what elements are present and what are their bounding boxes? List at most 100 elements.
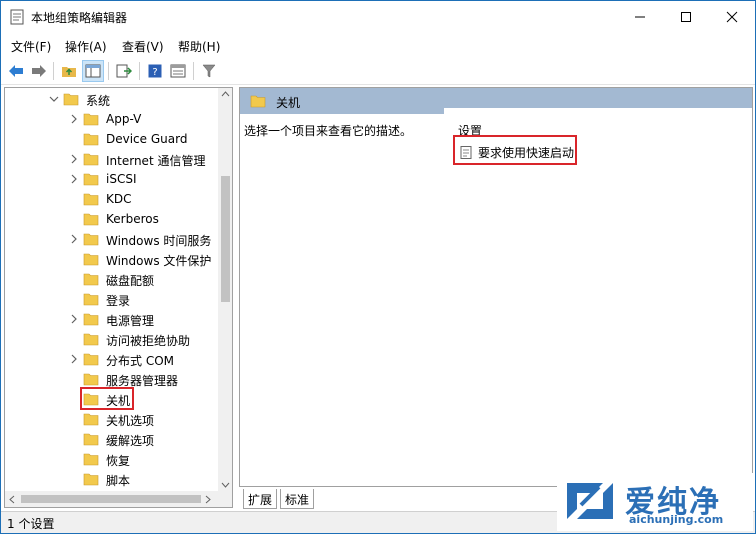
tree-item-label: 登录 (106, 294, 131, 308)
chevron-right-icon[interactable] (69, 152, 79, 166)
scroll-up-icon[interactable] (221, 91, 230, 97)
tree-item-label: Device Guard (106, 132, 188, 146)
forward-icon (32, 65, 46, 77)
folder-icon (83, 193, 99, 206)
tree-vertical-scrollbar[interactable] (218, 88, 232, 492)
svg-text:?: ? (152, 67, 157, 78)
tree-horizontal-scroll-thumb[interactable] (21, 495, 201, 503)
tab-extended[interactable]: 扩展 (243, 489, 278, 509)
back-icon (9, 65, 23, 77)
back-button[interactable] (5, 60, 27, 82)
watermark-icon (567, 483, 613, 519)
chevron-right-icon[interactable] (69, 312, 79, 326)
forward-button[interactable] (28, 60, 50, 82)
tree-pane[interactable]: 系统 App-V Device Guard Internet 通信管理 iSCSI KDC… (4, 87, 233, 493)
scroll-down-icon[interactable] (221, 482, 230, 488)
folder-icon (83, 113, 99, 126)
tab-standard[interactable]: 标准 (280, 489, 315, 509)
scroll-left-icon[interactable] (9, 495, 15, 504)
folder-icon (83, 313, 99, 326)
tree-item-label: 关机选项 (106, 414, 155, 428)
menu-action[interactable]: 操作(A) (65, 38, 107, 55)
description-text: 选择一个项目来查看它的描述。 (244, 124, 413, 138)
tree-item-label: Internet 通信管理 (106, 154, 206, 168)
tree-item-label: App-V (106, 112, 142, 126)
folder-icon (83, 453, 99, 466)
chevron-down-icon[interactable] (49, 92, 59, 106)
chevron-right-icon[interactable] (69, 112, 79, 126)
tree-item[interactable]: Windows 时间服务 (5, 229, 217, 249)
toolbar-separator (108, 62, 109, 80)
tree-item[interactable]: 分布式 COM (5, 349, 217, 369)
tree-item[interactable]: 服务器管理器 (5, 369, 217, 389)
tree-item[interactable]: 恢复 (5, 449, 217, 469)
tree-item[interactable]: 缓解选项 (5, 429, 217, 449)
tree-item-label: 系统 (86, 94, 111, 108)
show-hide-tree-button[interactable] (82, 60, 104, 82)
tree-item[interactable]: 系统 (5, 89, 217, 109)
tree-item-label: 访问被拒绝协助 (106, 334, 191, 348)
tree-item-label: Kerberos (106, 212, 159, 226)
filter-button[interactable] (198, 60, 220, 82)
toolbar: ? (1, 57, 755, 85)
menu-file[interactable]: 文件(F) (11, 38, 51, 55)
close-icon (726, 11, 738, 23)
tree-item[interactable]: 脚本 (5, 469, 217, 489)
folder-icon (83, 173, 99, 186)
tree-item[interactable]: Internet 通信管理 (5, 149, 217, 169)
view-tabs: 扩展 标准 (239, 489, 539, 509)
tree-item[interactable]: iSCSI (5, 169, 217, 189)
tree-item[interactable]: 访问被拒绝协助 (5, 329, 217, 349)
folder-icon (83, 433, 99, 446)
app-window: 本地组策略编辑器 文件(F) 操作(A) 查看(V) 帮助(H) ? 系统 Ap… (0, 0, 756, 534)
tree-item[interactable]: Windows 文件保护 (5, 249, 217, 269)
menu-help[interactable]: 帮助(H) (178, 38, 220, 55)
folder-icon (83, 253, 99, 266)
scroll-right-icon[interactable] (205, 495, 211, 504)
tree-horizontal-scrollbar[interactable] (4, 491, 233, 508)
details-header-title: 关机 (276, 96, 301, 110)
folder-icon (83, 153, 99, 166)
tree-item[interactable]: 登录 (5, 289, 217, 309)
tree-vertical-scroll-thumb[interactable] (221, 176, 230, 302)
tree-item-label: Windows 文件保护 (106, 254, 212, 268)
folder-icon (83, 133, 99, 146)
tree-item[interactable]: 磁盘配额 (5, 269, 217, 289)
tree-item[interactable]: Device Guard (5, 129, 217, 149)
tree-item[interactable]: App-V (5, 109, 217, 129)
watermark-logo: 爱纯净 aichunjing.com (557, 473, 753, 531)
tree-item-label: 缓解选项 (106, 434, 155, 448)
help-button[interactable]: ? (144, 60, 166, 82)
properties-button[interactable] (167, 60, 189, 82)
tree-item[interactable]: 关机选项 (5, 409, 217, 429)
minimize-button[interactable] (617, 1, 663, 33)
close-button[interactable] (709, 1, 755, 33)
chevron-right-icon[interactable] (69, 232, 79, 246)
properties-icon (170, 64, 186, 78)
window-title: 本地组策略编辑器 (31, 11, 128, 25)
tree-item[interactable]: Kerberos (5, 209, 217, 229)
setting-selection-highlight (453, 135, 577, 165)
up-folder-button[interactable] (58, 60, 80, 82)
menu-view[interactable]: 查看(V) (122, 38, 164, 55)
folder-icon (83, 233, 99, 246)
maximize-button[interactable] (663, 1, 709, 33)
title-bar: 本地组策略编辑器 (1, 1, 755, 33)
tree-item-label: 脚本 (106, 474, 131, 488)
chevron-right-icon[interactable] (69, 172, 79, 186)
tree-item-label: 电源管理 (106, 314, 155, 328)
app-icon (10, 9, 24, 25)
toolbar-separator (139, 62, 140, 80)
help-icon: ? (148, 64, 162, 78)
tree-item-label: Windows 时间服务 (106, 234, 212, 248)
chevron-right-icon[interactable] (69, 352, 79, 366)
tree-item[interactable]: KDC (5, 189, 217, 209)
export-list-button[interactable] (113, 60, 135, 82)
toolbar-separator (193, 62, 194, 80)
tree-item-label: iSCSI (106, 172, 137, 186)
export-list-icon (116, 64, 132, 78)
folder-icon (83, 293, 99, 306)
tree-item[interactable]: 电源管理 (5, 309, 217, 329)
minimize-icon (635, 16, 645, 18)
maximize-icon (681, 12, 691, 22)
